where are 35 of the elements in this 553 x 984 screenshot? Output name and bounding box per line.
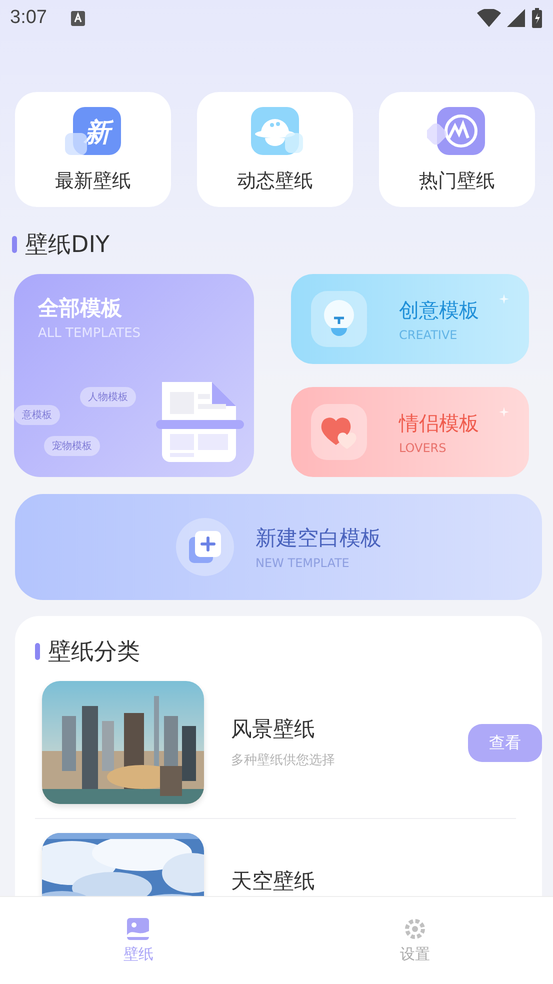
category-shortcut[interactable]: 新 最新壁纸 [15,92,171,207]
card-title: 创意模板 [399,296,479,324]
category-description: 多种壁纸供您选择 [231,752,336,769]
status-time: 3:07 [10,7,47,29]
section-marker [12,236,17,253]
card-subtitle: LOVERS [399,440,448,454]
template-chip: 意模板 [14,405,60,425]
sparkle-icon [499,294,509,304]
new-template-button[interactable]: 新建空白模板 NEW TEMPLATE [15,494,542,600]
wifi-icon [477,9,501,27]
card-title: 情侣模板 [399,410,479,436]
card-title: 全部模板 [38,295,123,322]
signal-icon [507,9,525,27]
template-chip: 宠物模板 [44,436,100,456]
category-title: 风景壁纸 [231,716,316,743]
template-card[interactable]: 创意模板 CREATIVE [291,274,529,364]
template-chip: 人物模板 [80,387,136,407]
category-title: 天空壁纸 [231,868,316,895]
template-card[interactable]: 情侣模板 LOVERS [291,387,529,477]
category-shortcut[interactable]: 动态壁纸 [197,92,353,207]
view-button[interactable]: 查看 [468,724,542,762]
document-icon [156,382,246,462]
section-title: 壁纸DIY [25,231,110,260]
gear-icon [402,917,427,941]
keyboard-notification-icon [70,10,85,26]
image-icon [126,917,150,941]
sparkle-icon [499,407,509,417]
section-title: 壁纸分类 [48,638,140,667]
nav-tab[interactable]: 设置 [276,897,553,984]
battery-icon [531,8,543,28]
card-subtitle: CREATIVE [399,328,458,342]
add-icon [188,531,220,563]
nav-tab[interactable]: 壁纸 [0,897,276,984]
category-shortcut[interactable]: 热门壁纸 [379,92,535,207]
section-marker [35,643,40,660]
